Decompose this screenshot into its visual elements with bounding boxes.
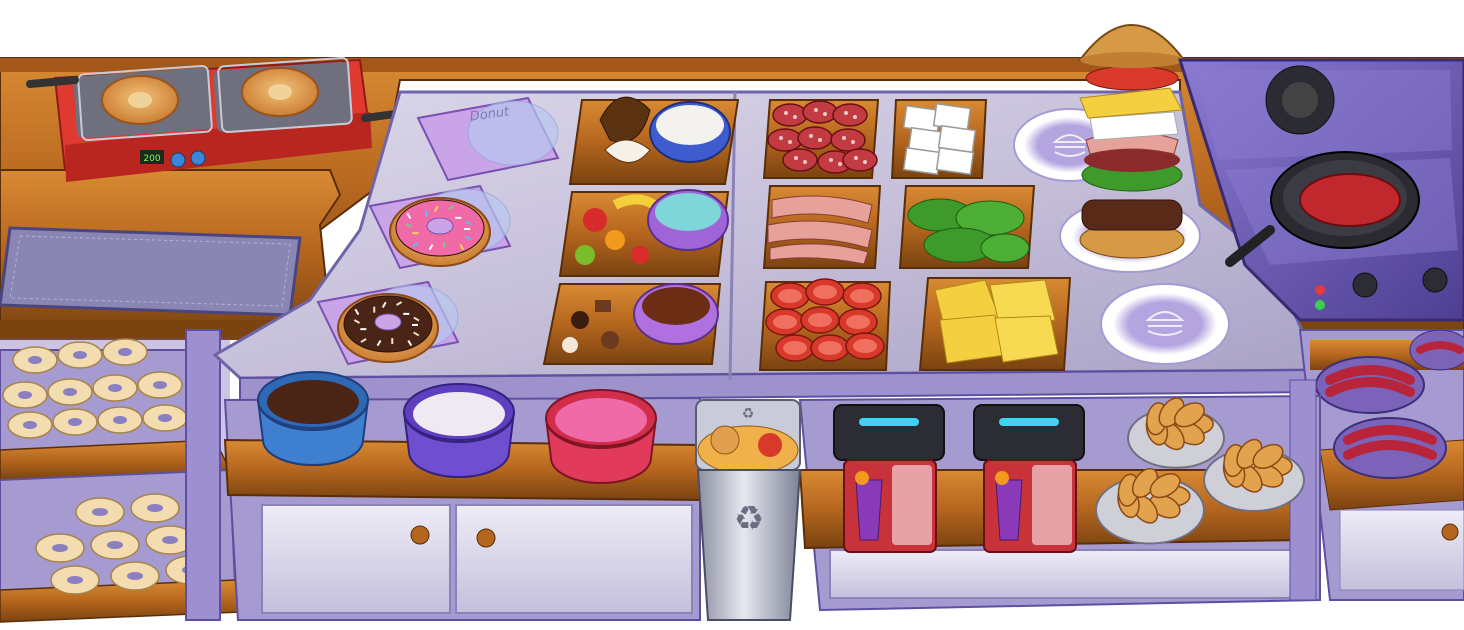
bread-slice-icon[interactable] bbox=[902, 102, 977, 176]
cabinet-door-1[interactable] bbox=[261, 504, 451, 614]
stove-light-green bbox=[1315, 300, 1325, 310]
cabinet-door-2[interactable] bbox=[455, 504, 693, 614]
fryer-timer-text: 200 bbox=[143, 154, 160, 164]
stove-light-red bbox=[1315, 285, 1325, 295]
patty-layer bbox=[1081, 199, 1183, 231]
drain-tray[interactable] bbox=[0, 226, 302, 317]
juicer-1[interactable] bbox=[833, 404, 945, 553]
juicer-icon[interactable] bbox=[973, 404, 1085, 461]
juice-glass[interactable] bbox=[855, 479, 883, 541]
plate-bottom[interactable] bbox=[1100, 283, 1230, 365]
cabinet-knob-2[interactable] bbox=[476, 528, 496, 548]
sausage-tray-upper[interactable] bbox=[1315, 356, 1425, 414]
topping-board-coconut[interactable] bbox=[568, 96, 740, 185]
burger-board-bread[interactable] bbox=[890, 99, 988, 179]
fruit-icon[interactable] bbox=[583, 208, 607, 232]
cabinet-knob-1[interactable] bbox=[410, 525, 430, 545]
burger-board-tomato[interactable] bbox=[758, 278, 892, 371]
stove-knob-1[interactable] bbox=[1352, 272, 1378, 298]
cheese-icon[interactable] bbox=[934, 279, 1059, 364]
kitchen-scene: 200 ♻ ♻ Donut bbox=[0, 24, 1464, 623]
juicer-icon[interactable] bbox=[833, 404, 945, 461]
glaze-bowl-pink[interactable] bbox=[545, 389, 657, 484]
fryer-handle-left[interactable] bbox=[26, 76, 79, 88]
recycle-icon: ♻ bbox=[734, 499, 764, 539]
burger-board-salami[interactable] bbox=[762, 99, 880, 179]
stove-knob-2[interactable] bbox=[1422, 267, 1448, 293]
fryer-knob-2[interactable] bbox=[190, 150, 206, 166]
fryer-knob-1[interactable] bbox=[170, 152, 186, 168]
burger-board-lettuce[interactable] bbox=[898, 185, 1036, 269]
right-cabinet-knob[interactable] bbox=[1441, 523, 1459, 541]
chocolate-icon[interactable] bbox=[571, 311, 589, 329]
stove-burner-back[interactable] bbox=[1265, 65, 1335, 135]
burger-stack[interactable] bbox=[1078, 24, 1186, 259]
glaze-bowl-white[interactable] bbox=[403, 383, 515, 478]
patty-icon[interactable] bbox=[1299, 173, 1401, 227]
burger-board-bacon[interactable] bbox=[762, 185, 882, 269]
sausage-tray-corner[interactable] bbox=[1409, 329, 1464, 371]
counter-post-left bbox=[185, 329, 221, 621]
glaze-bowl-chocolate[interactable] bbox=[257, 371, 369, 466]
juice-glass[interactable] bbox=[995, 479, 1023, 541]
topping-board-chocolate[interactable] bbox=[542, 283, 722, 365]
burger-board-cheese[interactable] bbox=[918, 277, 1072, 371]
topping-board-fruit[interactable] bbox=[558, 189, 730, 277]
cabinet-door-3[interactable] bbox=[829, 549, 1301, 599]
bacon-icon[interactable] bbox=[767, 195, 873, 265]
sausage-tray-lower[interactable] bbox=[1333, 417, 1447, 479]
recycle-icon-lid: ♻ bbox=[742, 406, 755, 422]
trash-can[interactable]: ♻ ♻ bbox=[695, 399, 802, 621]
tomato-icon[interactable] bbox=[765, 278, 885, 362]
salami-icon[interactable] bbox=[767, 100, 878, 174]
juicer-2[interactable] bbox=[973, 404, 1085, 553]
